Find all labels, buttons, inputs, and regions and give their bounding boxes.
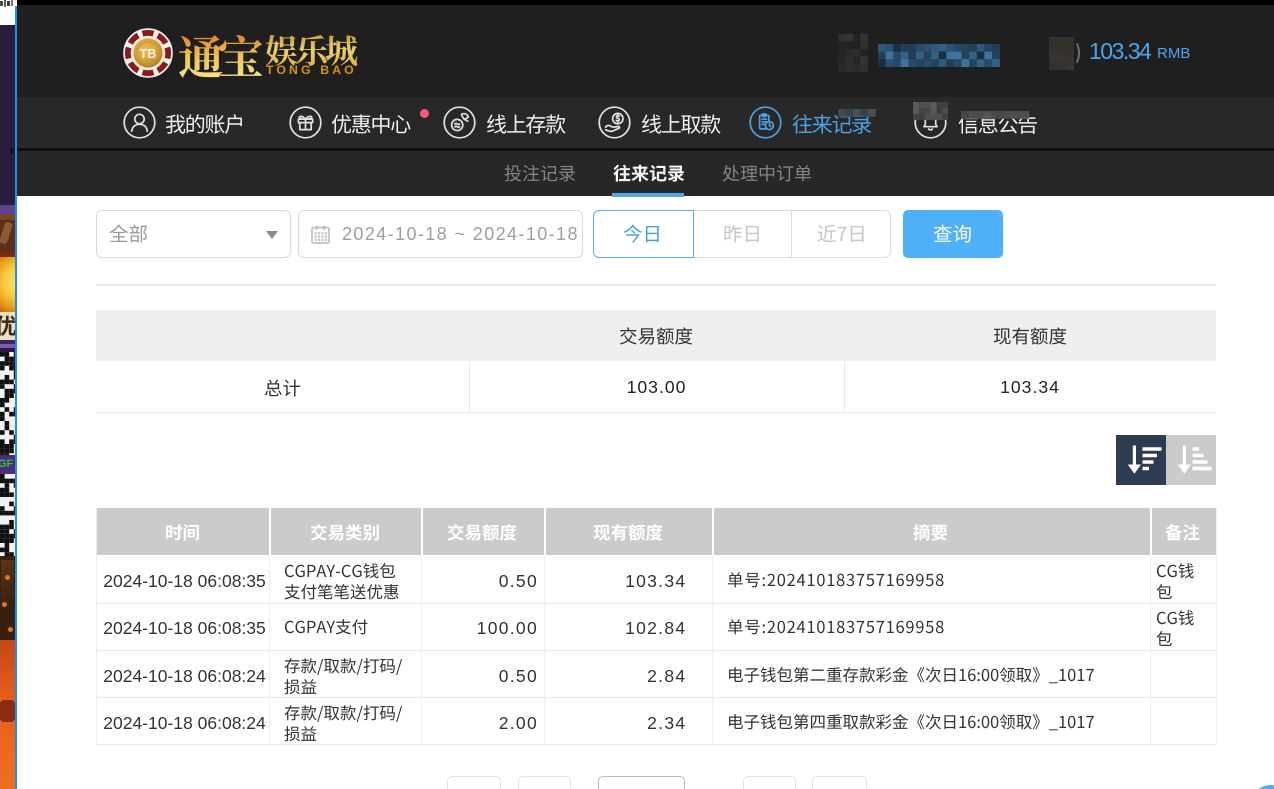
- svg-text:TB: TB: [140, 47, 157, 61]
